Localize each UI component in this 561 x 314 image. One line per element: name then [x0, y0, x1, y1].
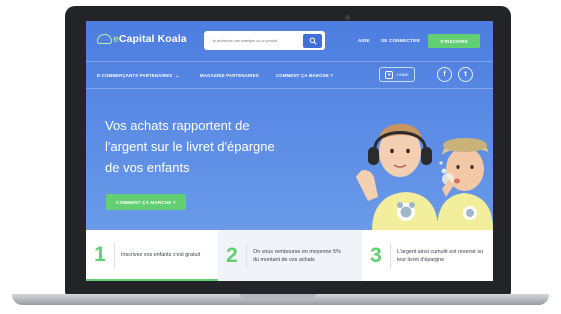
subnav-divider [86, 88, 493, 89]
step-1: 1 Inscrivez vos enfants c'est gratuit [86, 230, 218, 281]
search-icon [309, 37, 317, 45]
site-logo[interactable]: e Capital Koala [97, 33, 187, 45]
browser-screen: e Capital Koala AIDE SE CONNECTER S'INSC… [86, 21, 493, 281]
boy-figure [356, 123, 438, 230]
step-2-divider [246, 242, 247, 269]
step-2: 2 On vous rembourse en moyenne 5% du mon… [218, 230, 362, 281]
step-1-divider [114, 241, 115, 268]
nav-store-partners[interactable]: MAGASINS PARTENAIRES [200, 73, 259, 78]
search-button[interactable] [303, 33, 322, 48]
twitter-icon[interactable]: t [458, 67, 473, 82]
nav-how-it-works[interactable]: COMMENT ÇA MARCHE ? [276, 73, 333, 78]
logo-name: Capital Koala [118, 33, 187, 45]
hero-section: e Capital Koala AIDE SE CONNECTER S'INSC… [86, 21, 493, 230]
like-label: J'AIME [396, 72, 409, 77]
girl-figure [437, 138, 493, 230]
search-bar [204, 31, 325, 50]
like-button[interactable]: ♥ J'AIME [379, 67, 415, 82]
chevron-down-icon: ⌄ [175, 73, 180, 79]
step-3-number: 3 [370, 243, 382, 267]
hero-headline-line1: Vos achats rapportent de [105, 118, 250, 133]
laptop-mockup: e Capital Koala AIDE SE CONNECTER S'INSC… [0, 0, 561, 314]
step-2-text: On vous rembourse en moyenne 5% du monta… [253, 248, 341, 264]
header-divider [86, 61, 493, 62]
signup-button[interactable]: S'INSCRIRE [428, 34, 480, 48]
step-1-number: 1 [94, 242, 106, 266]
step-3-text: L'argent ainsi cumulé est reversé su leu… [397, 248, 483, 264]
hero-kids-image [356, 123, 493, 230]
hero-headline-line2: l'argent sur le livret d'épargne [105, 139, 275, 154]
step-3: 3 L'argent ainsi cumulé est reversé su l… [362, 230, 493, 281]
facebook-icon[interactable]: f [437, 67, 452, 82]
step-1-text: Inscrivez vos enfants c'est gratuit [121, 251, 201, 258]
heart-icon: ♥ [385, 70, 394, 79]
step-3-text-line1: L'argent ainsi cumulé est reversé su [397, 248, 484, 255]
login-link[interactable]: SE CONNECTER [381, 38, 420, 43]
step-3-text-line2: leur livret d'épargne [397, 256, 445, 263]
how-it-works-button[interactable]: COMMENT ÇA MARCHE ? [106, 194, 186, 210]
nav-online-partners-label: E-COMMERÇANTS PARTENAIRES [97, 73, 173, 78]
step-2-number: 2 [226, 243, 238, 267]
hero-headline: Vos achats rapportent de l'argent sur le… [105, 115, 305, 178]
logo-koala-icon [97, 34, 112, 44]
help-link[interactable]: AIDE [358, 38, 370, 43]
hero-headline-line3: de vos enfants [105, 160, 190, 175]
search-input[interactable] [204, 31, 303, 50]
nav-online-partners[interactable]: E-COMMERÇANTS PARTENAIRES ⌄ [97, 73, 180, 79]
step-2-text-line1: On vous rembourse en moyenne 5% [253, 248, 341, 255]
laptop-base-notch [240, 294, 316, 299]
step-2-text-line2: du montant de vos achats [253, 256, 315, 263]
steps-bar: 1 Inscrivez vos enfants c'est gratuit 2 … [86, 230, 493, 281]
webcam-icon [345, 15, 350, 20]
step-3-divider [390, 242, 391, 269]
